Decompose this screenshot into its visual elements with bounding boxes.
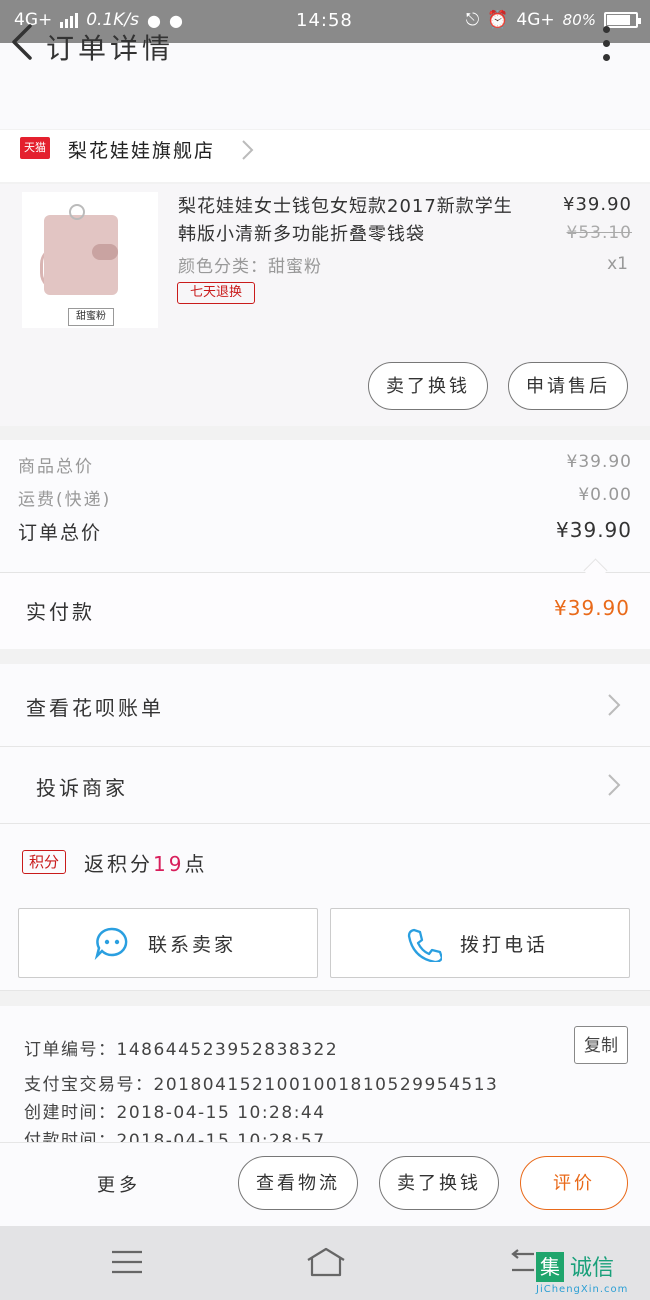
product-price: ¥39.90 bbox=[563, 194, 632, 215]
chevron-right-icon[interactable] bbox=[606, 772, 622, 798]
view-logistics-button[interactable]: 查看物流 bbox=[238, 1156, 358, 1210]
product-image-caption: 甜蜜粉 bbox=[68, 308, 114, 326]
chat-bubble-icon bbox=[94, 927, 128, 960]
phone-icon bbox=[407, 928, 442, 962]
tmall-badge: 天猫 bbox=[20, 137, 50, 159]
after-sales-button[interactable]: 申请售后 bbox=[508, 362, 628, 410]
product-spec: 颜色分类：甜蜜粉 bbox=[178, 257, 322, 277]
watermark-logo: 集 bbox=[536, 1252, 564, 1282]
more-options-icon[interactable] bbox=[596, 26, 616, 62]
paid-row bbox=[0, 572, 650, 649]
mute-alarm-icon: ⎋ bbox=[465, 10, 480, 30]
chevron-right-icon[interactable] bbox=[238, 138, 256, 162]
resell-button-bottom[interactable]: 卖了换钱 bbox=[379, 1156, 499, 1210]
menu-icon[interactable] bbox=[110, 1248, 144, 1276]
review-button[interactable]: 评价 bbox=[520, 1156, 628, 1210]
product-title[interactable]: 梨花娃娃女士钱包女短款2017新款学生韩版小清新多功能折叠零钱袋 bbox=[178, 193, 518, 249]
huabei-bill-label[interactable]: 查看花呗账单 bbox=[26, 692, 164, 721]
order-info: 订单编号：1486445239528383​22 支付宝交易号：20180415… bbox=[0, 1006, 650, 1142]
wallet-snap bbox=[92, 244, 118, 260]
points-tag: 积分 bbox=[22, 850, 66, 874]
paid-value: ¥39.90 bbox=[554, 596, 630, 620]
home-icon[interactable] bbox=[304, 1246, 348, 1278]
wallet-ring bbox=[69, 204, 85, 220]
shipping-label: 运费(快递) bbox=[18, 490, 112, 510]
network-type-right: 4G+ bbox=[516, 10, 555, 30]
points-text: 返积分19点 bbox=[84, 848, 207, 877]
more-actions-button[interactable]: 更多 bbox=[97, 1171, 141, 1197]
watermark-text: 诚信 bbox=[570, 1256, 615, 1281]
complain-label[interactable]: 投诉商家 bbox=[36, 772, 128, 801]
points-prefix: 返积分 bbox=[84, 852, 153, 876]
store-name[interactable]: 梨花娃娃旗舰店 bbox=[68, 136, 215, 163]
paid-time: 付款时间：2018-04-15 10:28:57 bbox=[24, 1131, 326, 1142]
goods-total-value: ¥39.90 bbox=[566, 452, 632, 472]
return-policy-tag: 七天退换 bbox=[177, 282, 255, 304]
order-total-value: ¥39.90 bbox=[556, 518, 632, 542]
order-number: 订单编号：1486445239528383​22 bbox=[24, 1040, 339, 1060]
goods-total-label: 商品总价 bbox=[18, 457, 94, 477]
product-original-price: ¥53.10 bbox=[566, 223, 632, 243]
shipping-value: ¥0.00 bbox=[578, 485, 632, 505]
chevron-right-icon[interactable] bbox=[606, 692, 622, 718]
clock: 14:58 bbox=[296, 10, 353, 31]
created-time: 创建时间：2018-04-15 10:28:44 bbox=[24, 1103, 326, 1123]
points-value: 19 bbox=[153, 852, 185, 876]
battery-percent: 80% bbox=[562, 11, 596, 29]
resell-button[interactable]: 卖了换钱 bbox=[368, 362, 488, 410]
watermark-subtext: JiChengXin.com bbox=[536, 1284, 629, 1295]
paid-label: 实付款 bbox=[26, 600, 95, 624]
back-arrow-icon[interactable] bbox=[6, 22, 40, 62]
back-nav-icon[interactable] bbox=[508, 1248, 536, 1276]
call-phone-label[interactable]: 拨打电话 bbox=[460, 930, 548, 957]
points-suffix: 点 bbox=[184, 852, 208, 876]
contact-seller-label[interactable]: 联系卖家 bbox=[148, 930, 236, 957]
order-total-label: 订单总价 bbox=[18, 522, 103, 544]
copy-order-number-button[interactable]: 复制 bbox=[574, 1026, 628, 1064]
alarm-icon: ⏰ bbox=[487, 10, 509, 30]
product-quantity: x1 bbox=[607, 254, 628, 274]
signal-icon bbox=[60, 12, 79, 28]
page-title: 订单详情 bbox=[46, 32, 175, 65]
alipay-trade-number: 支付宝交易号：2018041521001001810529954513 bbox=[24, 1075, 499, 1095]
